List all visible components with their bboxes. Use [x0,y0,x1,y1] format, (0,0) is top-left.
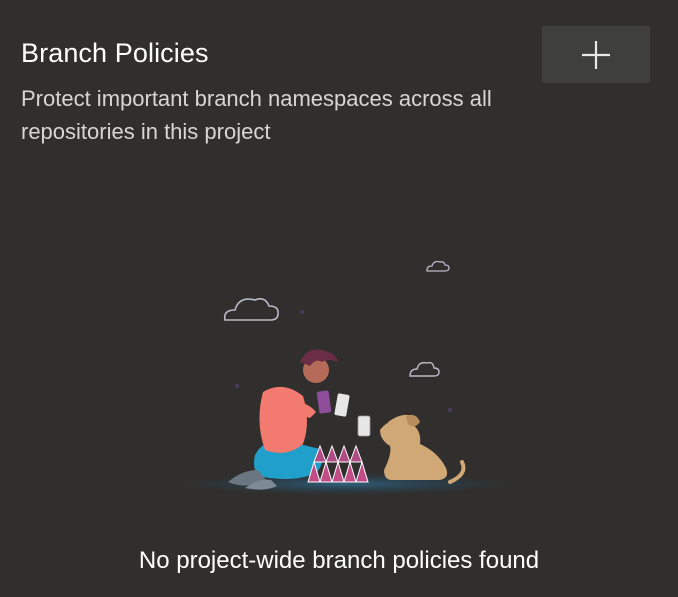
page-subtitle: Protect important branch namespaces acro… [21,86,492,144]
add-policy-button[interactable] [542,26,650,83]
cloud-icon [409,361,440,377]
cloud-icon [426,260,450,272]
plus-icon [582,40,610,69]
page-title: Branch Policies [21,38,209,68]
person-figure [228,349,350,490]
empty-state-message: No project-wide branch policies found [138,547,540,574]
dog-figure [357,414,466,484]
empty-state-illustration [165,260,525,496]
cloud-icon [223,298,279,321]
